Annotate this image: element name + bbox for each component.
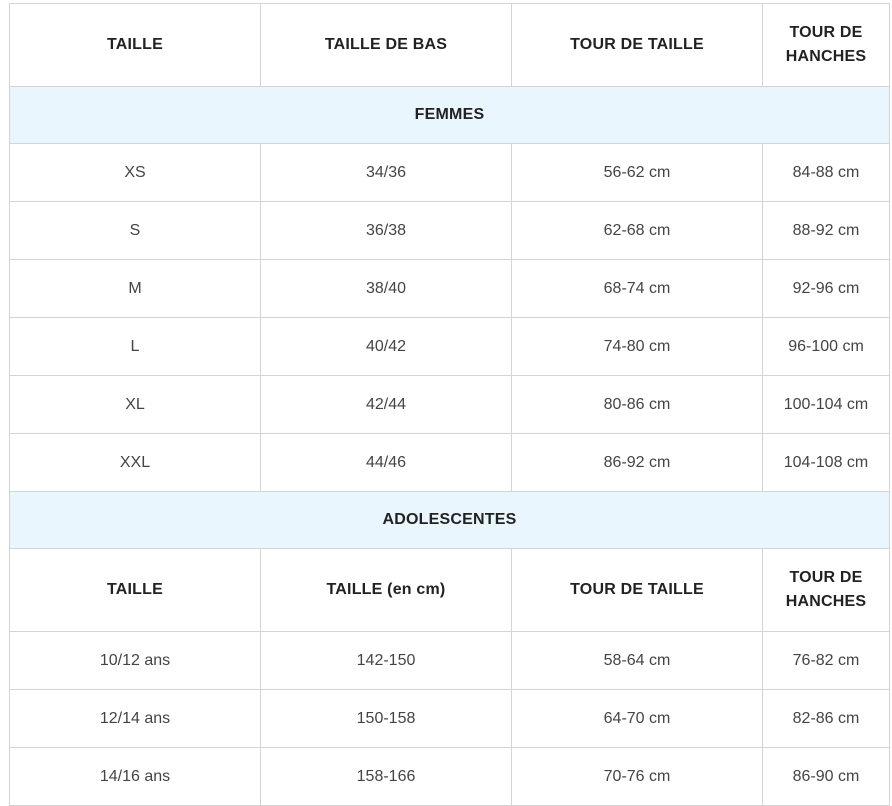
header-tour-de-hanches: TOUR DE HANCHES xyxy=(762,3,890,87)
section-femmes: FEMMES xyxy=(9,86,890,144)
cell-taille: XS xyxy=(9,143,261,202)
cell-taille: 10/12 ans xyxy=(9,631,261,690)
size-chart: TAILLE TAILLE DE BAS TOUR DE TAILLE TOUR… xyxy=(9,3,890,806)
cell-tour-de-taille: 56-62 cm xyxy=(511,143,763,202)
table-row: S 36/38 62-68 cm 88-92 cm xyxy=(9,201,890,260)
cell-tour-de-hanches: 76-82 cm xyxy=(762,631,890,690)
header-taille-en-cm: TAILLE (en cm) xyxy=(260,548,512,632)
section-title-adolescentes: ADOLESCENTES xyxy=(9,491,890,549)
cell-tour-de-taille: 64-70 cm xyxy=(511,689,763,748)
table-row: M 38/40 68-74 cm 92-96 cm xyxy=(9,259,890,318)
section-title-femmes: FEMMES xyxy=(9,86,890,144)
cell-taille-de-bas: 36/38 xyxy=(260,201,512,260)
cell-taille: M xyxy=(9,259,261,318)
cell-tour-de-taille: 70-76 cm xyxy=(511,747,763,806)
cell-taille: 12/14 ans xyxy=(9,689,261,748)
cell-tour-de-taille: 68-74 cm xyxy=(511,259,763,318)
cell-tour-de-hanches: 86-90 cm xyxy=(762,747,890,806)
header-taille: TAILLE xyxy=(9,548,261,632)
cell-taille-de-bas: 42/44 xyxy=(260,375,512,434)
cell-tour-de-taille: 74-80 cm xyxy=(511,317,763,376)
table-row: L 40/42 74-80 cm 96-100 cm xyxy=(9,317,890,376)
cell-tour-de-taille: 86-92 cm xyxy=(511,433,763,492)
header-taille-de-bas: TAILLE DE BAS xyxy=(260,3,512,87)
table-row: XL 42/44 80-86 cm 100-104 cm xyxy=(9,375,890,434)
cell-taille-de-bas: 44/46 xyxy=(260,433,512,492)
cell-tour-de-hanches: 100-104 cm xyxy=(762,375,890,434)
table-row: 14/16 ans 158-166 70-76 cm 86-90 cm xyxy=(9,747,890,806)
cell-tour-de-taille: 62-68 cm xyxy=(511,201,763,260)
header-taille: TAILLE xyxy=(9,3,261,87)
cell-tour-de-hanches: 92-96 cm xyxy=(762,259,890,318)
table-row: 10/12 ans 142-150 58-64 cm 76-82 cm xyxy=(9,631,890,690)
cell-tour-de-taille: 58-64 cm xyxy=(511,631,763,690)
cell-taille-de-bas: 38/40 xyxy=(260,259,512,318)
table-row: 12/14 ans 150-158 64-70 cm 82-86 cm xyxy=(9,689,890,748)
header-tour-de-taille: TOUR DE TAILLE xyxy=(511,548,763,632)
header-tour-de-taille: TOUR DE TAILLE xyxy=(511,3,763,87)
cell-tour-de-hanches: 84-88 cm xyxy=(762,143,890,202)
cell-taille: S xyxy=(9,201,261,260)
table-row: XXL 44/46 86-92 cm 104-108 cm xyxy=(9,433,890,492)
table-subheader-row: TAILLE TAILLE (en cm) TOUR DE TAILLE TOU… xyxy=(9,548,890,632)
cell-taille: XXL xyxy=(9,433,261,492)
header-tour-de-hanches: TOUR DE HANCHES xyxy=(762,548,890,632)
table-header-row: TAILLE TAILLE DE BAS TOUR DE TAILLE TOUR… xyxy=(9,3,890,87)
cell-taille-en-cm: 142-150 xyxy=(260,631,512,690)
cell-taille-de-bas: 40/42 xyxy=(260,317,512,376)
cell-taille: XL xyxy=(9,375,261,434)
cell-tour-de-hanches: 104-108 cm xyxy=(762,433,890,492)
cell-tour-de-hanches: 88-92 cm xyxy=(762,201,890,260)
table-row: XS 34/36 56-62 cm 84-88 cm xyxy=(9,143,890,202)
size-table: TAILLE TAILLE DE BAS TOUR DE TAILLE TOUR… xyxy=(9,3,890,806)
section-adolescentes: ADOLESCENTES xyxy=(9,491,890,549)
cell-tour-de-hanches: 96-100 cm xyxy=(762,317,890,376)
cell-taille: 14/16 ans xyxy=(9,747,261,806)
cell-taille-de-bas: 34/36 xyxy=(260,143,512,202)
cell-taille: L xyxy=(9,317,261,376)
cell-taille-en-cm: 150-158 xyxy=(260,689,512,748)
cell-tour-de-taille: 80-86 cm xyxy=(511,375,763,434)
cell-taille-en-cm: 158-166 xyxy=(260,747,512,806)
cell-tour-de-hanches: 82-86 cm xyxy=(762,689,890,748)
